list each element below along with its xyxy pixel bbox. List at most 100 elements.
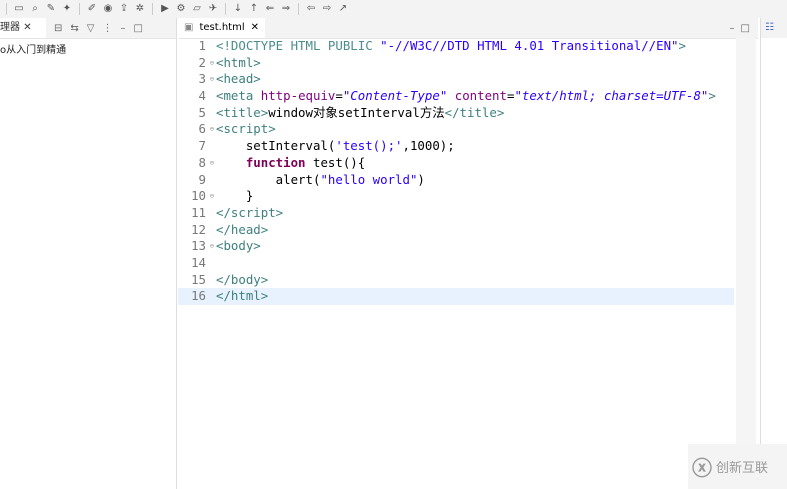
code-line[interactable]: 9 alert("hello world"): [178, 172, 734, 189]
code-token: </html>: [216, 288, 269, 304]
new-file-icon[interactable]: ✎: [45, 3, 57, 15]
code-line[interactable]: 7 setInterval('test();',1000);: [178, 138, 734, 155]
code-line[interactable]: 15 </body>: [178, 272, 734, 289]
code-line[interactable]: 1 <!DOCTYPE HTML PUBLIC "-//W3C//DTD HTML…: [178, 38, 734, 55]
code-token: "Content-Type": [342, 88, 448, 104]
line-number: 11: [191, 204, 206, 220]
fold-icon[interactable]: ⊖: [210, 71, 214, 88]
forward-edit-icon[interactable]: ⇒: [280, 3, 292, 15]
line-text: <script>: [206, 121, 276, 138]
back-edit-icon[interactable]: ⇐: [264, 3, 276, 15]
code-token: }: [216, 188, 254, 204]
forward-icon[interactable]: ⇨: [321, 3, 333, 15]
fold-icon[interactable]: ⊖: [210, 188, 214, 205]
code-line[interactable]: 2 ⊖ <html>: [178, 55, 734, 72]
new-folder-icon[interactable]: ✦: [61, 3, 73, 15]
back-icon[interactable]: ⇦: [305, 3, 317, 15]
toolbar-separator: [79, 3, 80, 15]
maximize-icon[interactable]: □: [741, 23, 750, 34]
code-line[interactable]: 11 </script>: [178, 205, 734, 222]
line-number: 6 ⊖: [198, 121, 214, 137]
main-toolbar: ▭ ⌕ ✎ ✦ ✐ ◉ ⇪ ✲ ▶ ⚙ ▱ ✈ ↓ ↑ ⇐ ⇒ ⇦ ⇨ ↗: [0, 0, 787, 18]
fold-icon[interactable]: ⊖: [210, 121, 214, 138]
code-token: <head>: [216, 71, 261, 87]
close-icon[interactable]: ✕: [23, 22, 31, 33]
code-line[interactable]: 6 ⊖ <script>: [178, 121, 734, 138]
collapse-all-icon[interactable]: ⊟: [54, 23, 62, 34]
code-token: </title>: [444, 104, 505, 120]
code-token: ,1000);: [402, 138, 455, 154]
line-number: 15: [191, 271, 206, 287]
minimize-icon[interactable]: –: [730, 23, 735, 34]
new-class-icon[interactable]: ✐: [86, 3, 98, 15]
open-folder-icon[interactable]: ▱: [191, 3, 203, 15]
line-text: </script>: [206, 205, 283, 222]
line-number: 13 ⊖: [191, 238, 214, 254]
fold-icon[interactable]: ⊖: [210, 238, 214, 255]
line-number: 8 ⊖: [198, 154, 214, 170]
minimize-icon[interactable]: –: [120, 23, 125, 34]
annotation-up-icon[interactable]: ↑: [248, 3, 260, 15]
line-text: <head>: [206, 71, 261, 88]
code-area[interactable]: 1 <!DOCTYPE HTML PUBLIC "-//W3C//DTD HTML…: [178, 38, 734, 305]
code-token: >: [678, 38, 686, 53]
filter-icon[interactable]: ▽: [87, 23, 95, 34]
code-token: "-//W3C//DTD HTML 4.01 Transitional//EN": [380, 38, 679, 53]
code-line[interactable]: 8 ⊖ function test(){: [178, 155, 734, 172]
code-token: ): [417, 171, 425, 187]
fold-icon[interactable]: ⊖: [210, 55, 214, 72]
editor-tab-bar: ▣ test.html ✕ – □: [178, 18, 758, 39]
code-editor[interactable]: ▣ test.html ✕ – □ 1 <!DOCTYPE HTML PUBLIC "…: [178, 18, 758, 489]
code-token: >: [708, 88, 716, 104]
line-number: 4: [198, 88, 206, 104]
globe-icon[interactable]: ◉: [102, 3, 114, 15]
code-line[interactable]: 3 ⊖ <head>: [178, 71, 734, 88]
external-tools-icon[interactable]: ⚙: [175, 3, 187, 15]
line-text: <title>window对象setInterval方法</title>: [206, 105, 504, 122]
line-number: 16: [191, 288, 206, 304]
deploy-icon[interactable]: ⇪: [118, 3, 130, 15]
panel-tab-bar: 理器 ✕ ⊟ ⇆ ▽ ⋮ – □: [0, 18, 176, 39]
vertical-scrollbar[interactable]: [736, 38, 756, 489]
open-perspective-icon[interactable]: ↗: [337, 3, 349, 15]
line-text: </body>: [206, 272, 268, 289]
link-editor-icon[interactable]: ⇆: [70, 23, 78, 34]
line-text: <!DOCTYPE HTML PUBLIC "-//W3C//DTD HTML …: [206, 38, 686, 55]
run-icon[interactable]: ▶: [159, 3, 171, 15]
line-number: 1: [198, 38, 206, 53]
code-token: function: [245, 154, 306, 170]
line-number: 12: [191, 221, 206, 237]
code-token: content: [447, 88, 507, 104]
code-line[interactable]: 5 <title>window对象setInterval方法</title>: [178, 105, 734, 122]
tree-item-project[interactable]: o从入门到精通: [0, 39, 176, 56]
maximize-icon[interactable]: □: [133, 23, 142, 34]
outline-panel: ☷: [760, 18, 787, 489]
code-token: <!DOCTYPE HTML PUBLIC: [216, 38, 381, 53]
tab-test-html[interactable]: ▣ test.html ✕: [178, 18, 266, 38]
fold-icon[interactable]: ⊖: [210, 155, 214, 172]
code-token: "hello world": [320, 171, 418, 187]
code-token: alert(: [216, 171, 321, 187]
outline-icon[interactable]: ☷: [761, 18, 787, 38]
annotation-down-icon[interactable]: ↓: [232, 3, 244, 15]
project-explorer-tab[interactable]: 理器 ✕: [0, 18, 46, 38]
code-line[interactable]: 14: [178, 255, 734, 272]
monitor-icon[interactable]: ▭: [13, 3, 25, 15]
code-token: <script>: [216, 121, 276, 137]
code-token: =: [335, 88, 343, 104]
close-icon[interactable]: ✕: [251, 18, 259, 38]
line-number: 5: [198, 104, 206, 120]
debug-icon[interactable]: ✲: [134, 3, 146, 15]
view-menu-icon[interactable]: ⋮: [102, 23, 112, 34]
pin-icon[interactable]: ✈: [207, 3, 219, 15]
code-line[interactable]: 10 ⊖ }: [178, 188, 734, 205]
code-line[interactable]: 13 ⊖ <body>: [178, 238, 734, 255]
search-icon[interactable]: ⌕: [29, 3, 41, 15]
toolbar-separator: [225, 3, 226, 15]
line-text: [206, 255, 216, 272]
line-text: <meta http-equiv="Content-Type" content=…: [206, 88, 716, 105]
code-line[interactable]: 12 </head>: [178, 222, 734, 239]
code-line[interactable]: 4 <meta http-equiv="Content-Type" content…: [178, 88, 734, 105]
line-number: 14: [191, 254, 206, 270]
code-line[interactable]: 16 </html>: [178, 288, 734, 305]
